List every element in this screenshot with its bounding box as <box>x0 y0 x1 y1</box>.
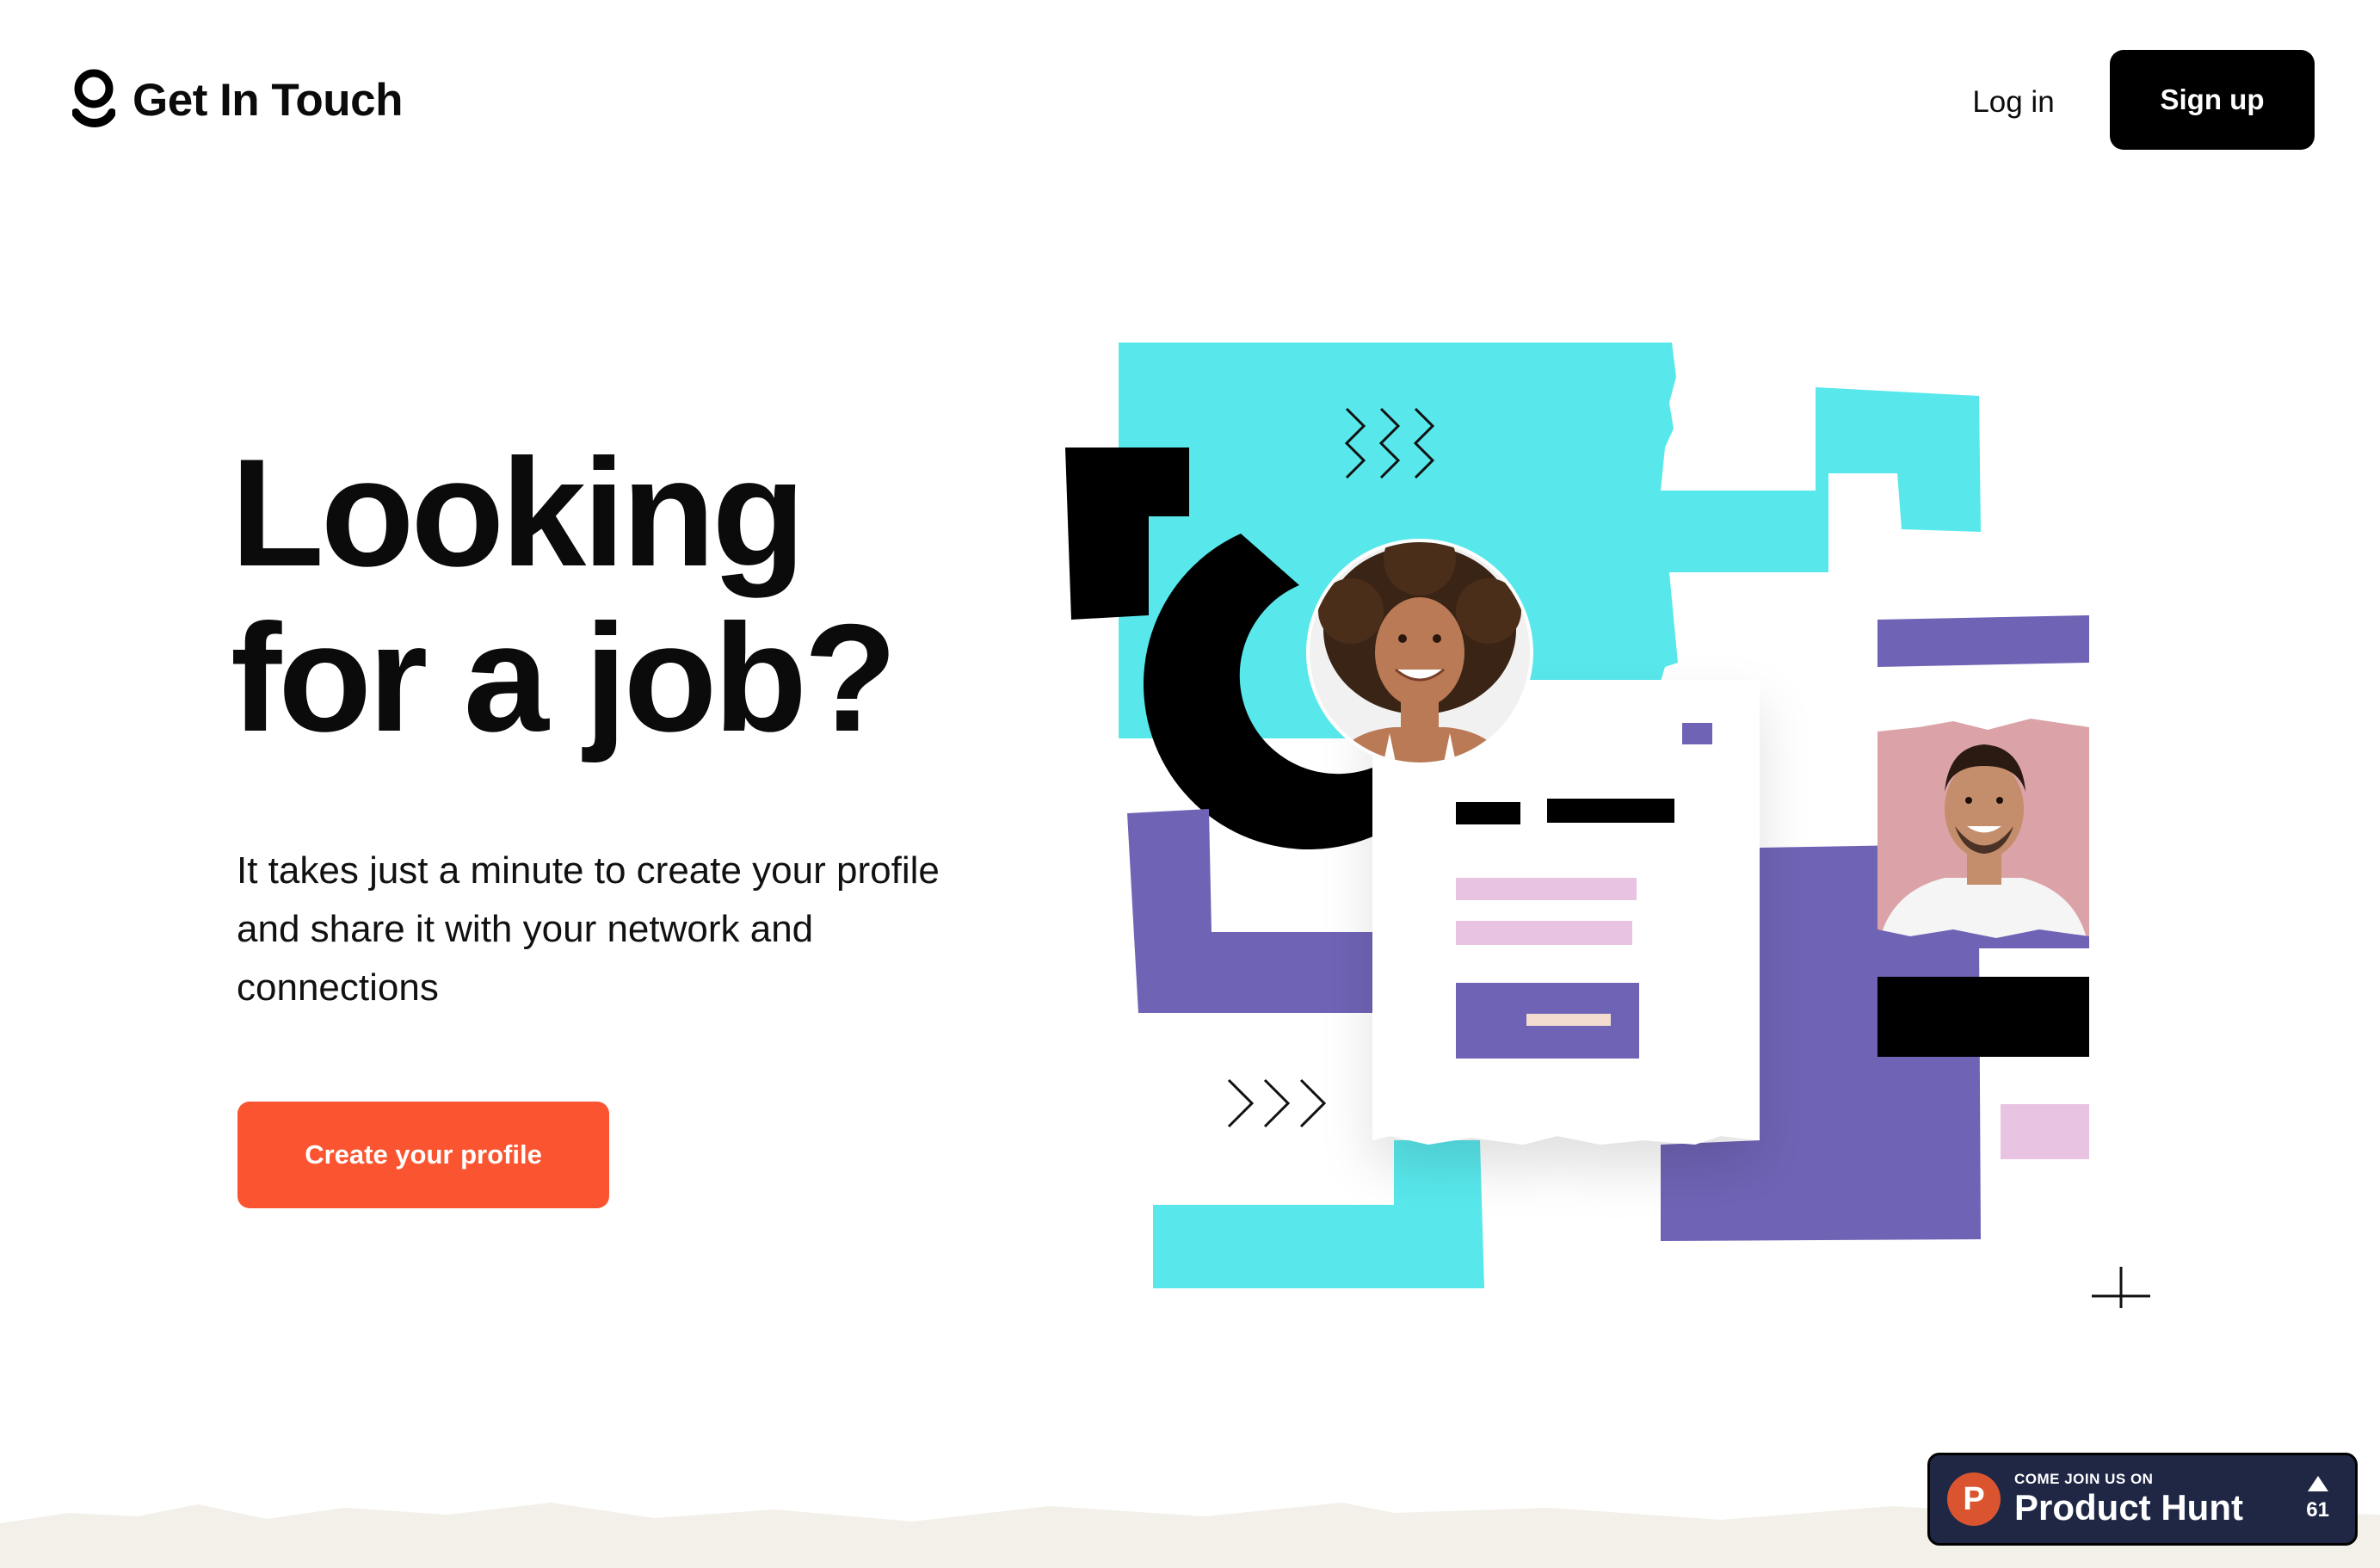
logo[interactable]: Get In Touch <box>72 67 403 133</box>
product-hunt-name: Product Hunt <box>2014 1487 2243 1528</box>
cyan-block-bottom <box>1153 1140 1484 1288</box>
create-profile-button[interactable]: Create your profile <box>237 1102 609 1208</box>
collage-svg <box>1065 343 2150 1308</box>
upvote-arrow-icon <box>2307 1476 2328 1491</box>
card-pink-line-1 <box>1456 878 1637 900</box>
upvote-count: 61 <box>2306 1498 2329 1522</box>
product-hunt-logo-icon: P <box>1947 1472 2001 1526</box>
card-button-bar <box>1526 1014 1611 1026</box>
card-line-2 <box>1547 799 1674 823</box>
chevrons-decoration <box>1227 1078 1327 1128</box>
login-link[interactable]: Log in <box>1936 72 2091 133</box>
product-hunt-votes: 61 <box>2306 1476 2329 1522</box>
plus-decoration <box>2092 1267 2150 1308</box>
signup-button[interactable]: Sign up <box>2110 50 2315 150</box>
hero-illustration <box>1041 327 2177 1308</box>
card-pink-line-2 <box>1456 921 1632 945</box>
purple-bar-top <box>1877 615 2089 667</box>
black-bar-right <box>1877 977 2089 1057</box>
logo-text: Get In Touch <box>133 74 403 126</box>
card-tag <box>1682 723 1712 744</box>
hero-title-line-1: Looking <box>231 427 805 598</box>
product-hunt-kicker: COME JOIN US ON <box>2014 1471 2154 1487</box>
product-hunt-badge[interactable]: P COME JOIN US ON Product Hunt 61 <box>1927 1453 2358 1546</box>
pink-block <box>2001 1104 2089 1159</box>
hero-title-line-2: for a job? <box>231 592 897 763</box>
card-line-1 <box>1456 802 1520 824</box>
hero-subtitle: It takes just a minute to create your pr… <box>237 849 940 1009</box>
product-hunt-text: COME JOIN US ON Product Hunt <box>2014 1471 2243 1528</box>
man-photo <box>1877 719 2089 948</box>
logo-mark-icon <box>72 69 115 127</box>
hero-title: Looking for a job? <box>231 427 897 763</box>
